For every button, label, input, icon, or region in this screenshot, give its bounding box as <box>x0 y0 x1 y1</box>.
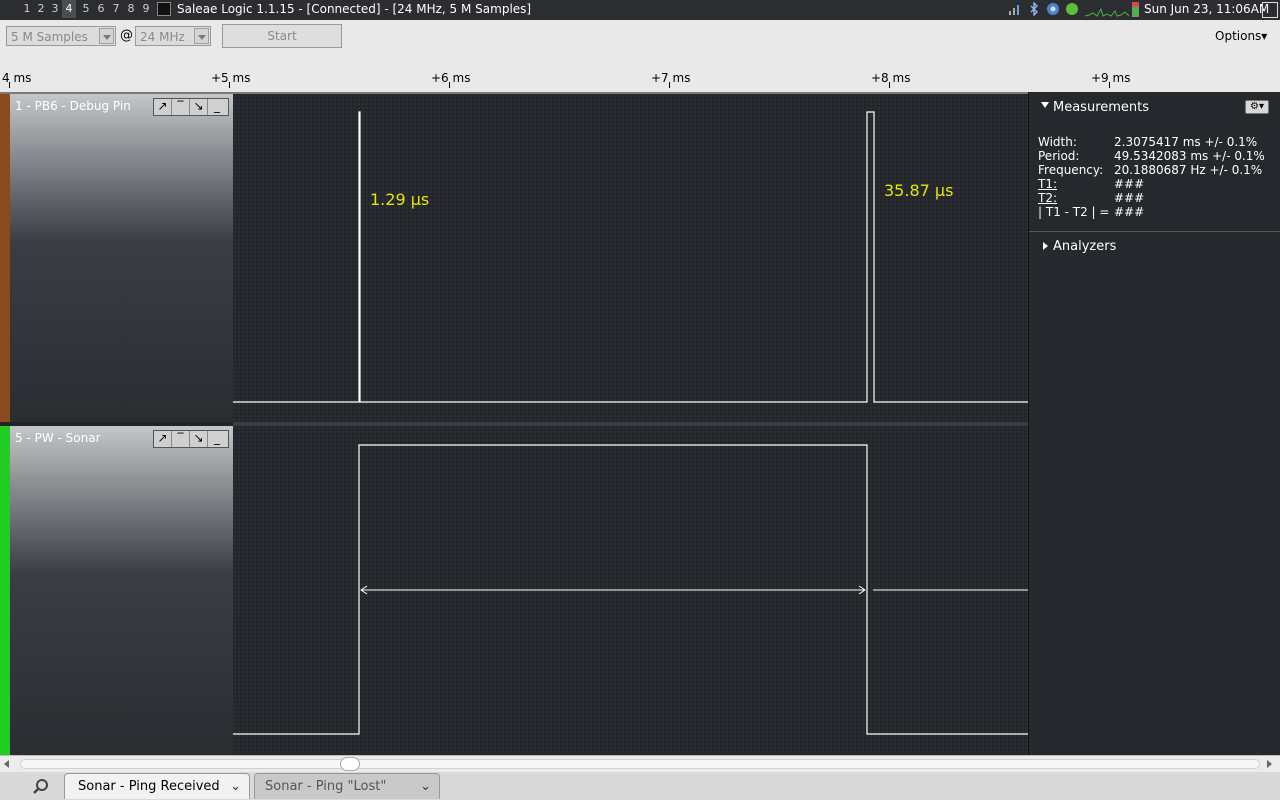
window-title: Saleae Logic 1.1.15 - [Connected] - [24 … <box>177 2 532 16</box>
measure-label: Frequency: <box>1038 163 1104 177</box>
panel-divider[interactable] <box>1029 231 1280 232</box>
falling-edge-icon[interactable]: ↘ <box>190 431 208 447</box>
pulse-width-label: 1.29 µs <box>370 190 430 209</box>
pulse-width-label: 35.87 µs <box>884 181 954 200</box>
measure-label: T2: <box>1038 191 1058 205</box>
falling-edge-icon[interactable]: ↘ <box>190 99 208 115</box>
ruler-tick-mark <box>449 82 450 88</box>
start-button[interactable]: Start <box>222 24 342 48</box>
measurements-panel: Measurements ⚙▾ Width: 2.3075417 ms +/- … <box>1028 92 1280 755</box>
channel-color-bar <box>0 94 10 422</box>
rising-edge-icon[interactable]: ↗ <box>154 99 172 115</box>
chevron-down-icon <box>194 28 209 44</box>
channel-name[interactable]: 5 - PW - Sonar <box>15 431 101 445</box>
workspace-5[interactable]: 5 <box>79 0 93 18</box>
ruler-tick: +9 ms <box>1091 71 1131 85</box>
chevron-down-icon <box>99 28 114 44</box>
waveform-sonar[interactable] <box>233 426 1028 755</box>
time-ruler[interactable]: 4 ms +5 ms +6 ms +7 ms +8 ms +9 ms <box>0 68 1280 94</box>
low-level-icon[interactable]: _ <box>208 99 226 115</box>
clock[interactable]: Sun Jun 23, 11:06AM <box>1144 2 1269 16</box>
status-icon[interactable] <box>1065 2 1079 16</box>
workspace-8[interactable]: 8 <box>124 0 138 18</box>
high-level-icon[interactable]: ‾ <box>172 431 190 447</box>
digital-signal <box>233 111 1028 403</box>
scroll-thumb[interactable] <box>340 757 360 771</box>
system-bar: 1 2 3 4 5 6 7 8 9 Saleae Logic 1.1.15 - … <box>0 0 1280 20</box>
rising-edge-icon[interactable]: ↗ <box>154 431 172 447</box>
tab-ping-received[interactable]: Sonar - Ping Received ⌄ <box>64 773 250 799</box>
toolbar: 5 M Samples @ 24 MHz Start Options▾ <box>0 20 1280 68</box>
waveform-debug-pin[interactable]: 1.29 µs 35.87 µs <box>233 94 1028 422</box>
measure-value: ### <box>1114 205 1145 219</box>
measurements-header[interactable]: Measurements <box>1053 100 1149 115</box>
cpu-graph-icon <box>1084 3 1130 17</box>
expand-down-icon[interactable] <box>1041 102 1049 108</box>
trigger-buttons: ↗ ‾ ↘ _ <box>153 98 229 116</box>
measure-label: T1: <box>1038 177 1058 191</box>
channel-color-bar <box>0 426 10 755</box>
high-level-icon[interactable]: ‾ <box>172 99 190 115</box>
chevron-down-icon[interactable]: ⌄ <box>230 774 241 800</box>
channel-header-debug-pin[interactable]: 1 - PB6 - Debug Pin ↗ ‾ ↘ _ <box>10 94 233 422</box>
scroll-left-icon[interactable] <box>4 760 9 768</box>
measure-label: Period: <box>1038 149 1080 163</box>
gear-icon[interactable]: ⚙▾ <box>1245 100 1269 114</box>
scroll-track[interactable] <box>20 759 1260 769</box>
expand-right-icon[interactable] <box>1043 242 1048 250</box>
tab-label: Sonar - Ping Received <box>78 779 220 794</box>
ruler-tick-mark <box>229 82 230 88</box>
ruler-tick-mark <box>889 82 890 88</box>
channel-header-sonar[interactable]: 5 - PW - Sonar ↗ ‾ ↘ _ <box>10 426 233 755</box>
session-tabs: Sonar - Ping Received ⌄ Sonar - Ping "Lo… <box>0 772 1280 800</box>
workspace-1[interactable]: 1 <box>20 0 34 18</box>
measure-value: 49.5342083 ms +/- 0.1% <box>1114 149 1265 163</box>
app-icon <box>157 2 171 16</box>
horizontal-scrollbar[interactable] <box>0 755 1280 773</box>
measure-value: 2.3075417 ms +/- 0.1% <box>1114 135 1258 149</box>
measure-value: 20.1880687 Hz +/- 0.1% <box>1114 163 1263 177</box>
workspace-6[interactable]: 6 <box>94 0 108 18</box>
ruler-tick: +7 ms <box>651 71 691 85</box>
ruler-tick-mark <box>9 82 10 88</box>
ruler-tick: +5 ms <box>211 71 251 85</box>
ruler-tick: 4 ms <box>2 71 32 85</box>
rate-value: 24 MHz <box>140 30 185 44</box>
chevron-down-icon[interactable]: ⌄ <box>420 774 431 800</box>
workspace-4[interactable]: 4 <box>62 0 76 18</box>
workspace-3[interactable]: 3 <box>48 0 62 18</box>
scroll-right-icon[interactable] <box>1267 760 1272 768</box>
trigger-buttons: ↗ ‾ ↘ _ <box>153 430 229 448</box>
workspace-7[interactable]: 7 <box>109 0 123 18</box>
tab-label: Sonar - Ping "Lost" <box>265 779 387 794</box>
search-icon[interactable] <box>28 775 58 797</box>
browser-icon[interactable] <box>1046 2 1060 16</box>
grid-icon[interactable] <box>1262 2 1278 18</box>
channel-name[interactable]: 1 - PB6 - Debug Pin <box>15 99 131 113</box>
workspace-2[interactable]: 2 <box>34 0 48 18</box>
options-button[interactable]: Options▾ <box>1215 29 1267 43</box>
measure-label: Width: <box>1038 135 1077 149</box>
signal-icon[interactable] <box>1008 2 1022 16</box>
samples-value: 5 M Samples <box>11 30 88 44</box>
analyzers-header[interactable]: Analyzers <box>1053 239 1116 254</box>
bluetooth-icon[interactable] <box>1027 1 1041 17</box>
rate-select[interactable]: 24 MHz <box>135 26 211 46</box>
measure-value: ### <box>1114 177 1145 191</box>
ruler-tick: +8 ms <box>871 71 911 85</box>
battery-icon[interactable] <box>1132 2 1139 17</box>
workspace-9[interactable]: 9 <box>139 0 153 18</box>
ruler-tick-mark <box>1109 82 1110 88</box>
low-level-icon[interactable]: _ <box>208 431 226 447</box>
samples-select[interactable]: 5 M Samples <box>6 26 116 46</box>
measure-label: | T1 - T2 | = <box>1038 205 1110 219</box>
tab-ping-lost[interactable]: Sonar - Ping "Lost" ⌄ <box>254 773 440 799</box>
ruler-tick-mark <box>669 82 670 88</box>
measure-value: ### <box>1114 191 1145 205</box>
at-label: @ <box>120 28 133 43</box>
ruler-tick: +6 ms <box>431 71 471 85</box>
